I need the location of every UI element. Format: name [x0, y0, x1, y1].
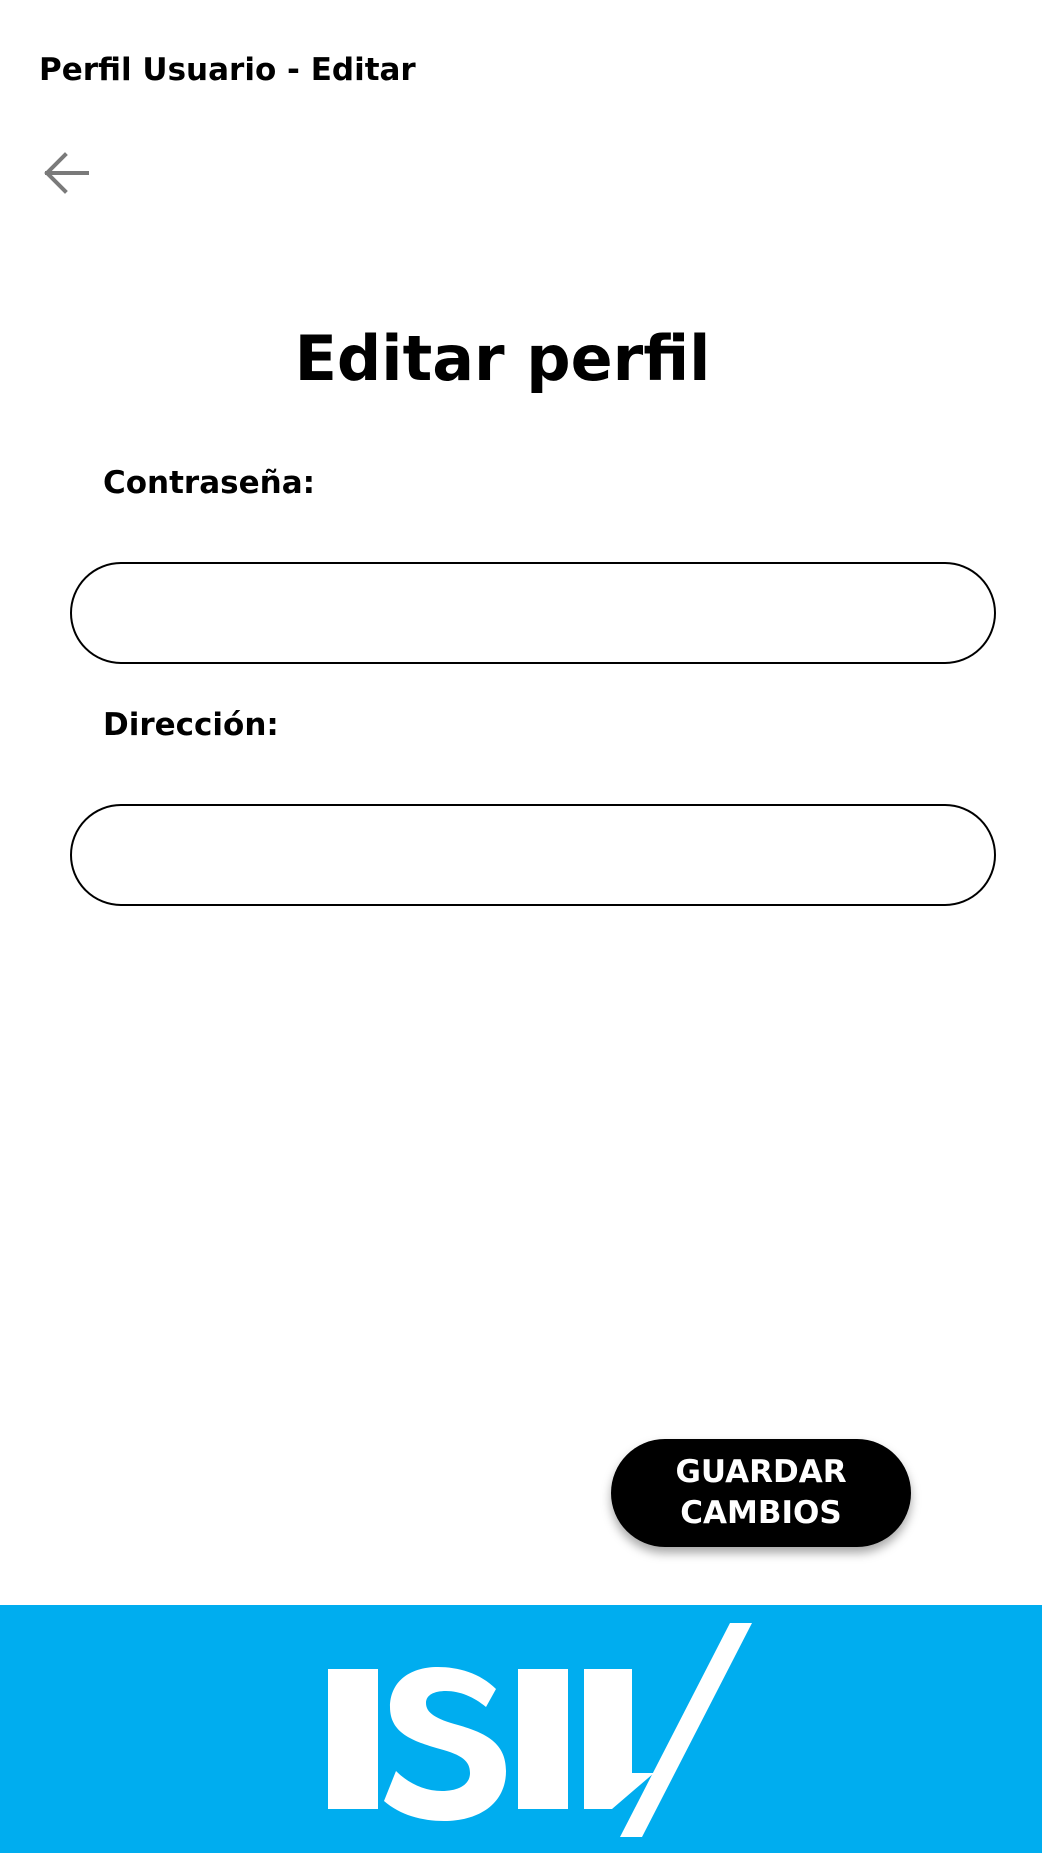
- address-label: Dirección:: [103, 707, 279, 743]
- save-button-label-line1: GUARDAR: [675, 1454, 847, 1490]
- back-button[interactable]: [36, 138, 96, 208]
- save-button-label-line2: CAMBIOS: [680, 1495, 842, 1531]
- window-title: Perfil Usuario - Editar: [39, 52, 416, 88]
- isil-logo: [328, 1623, 752, 1837]
- save-changes-button[interactable]: GUARDAR CAMBIOS: [611, 1439, 911, 1547]
- password-input[interactable]: [70, 562, 996, 664]
- arrow-left-icon: [44, 152, 89, 194]
- page-title: Editar perfil: [294, 322, 711, 395]
- password-label: Contraseña:: [103, 465, 316, 501]
- footer-banner: [0, 1605, 1042, 1853]
- address-input[interactable]: [70, 804, 996, 906]
